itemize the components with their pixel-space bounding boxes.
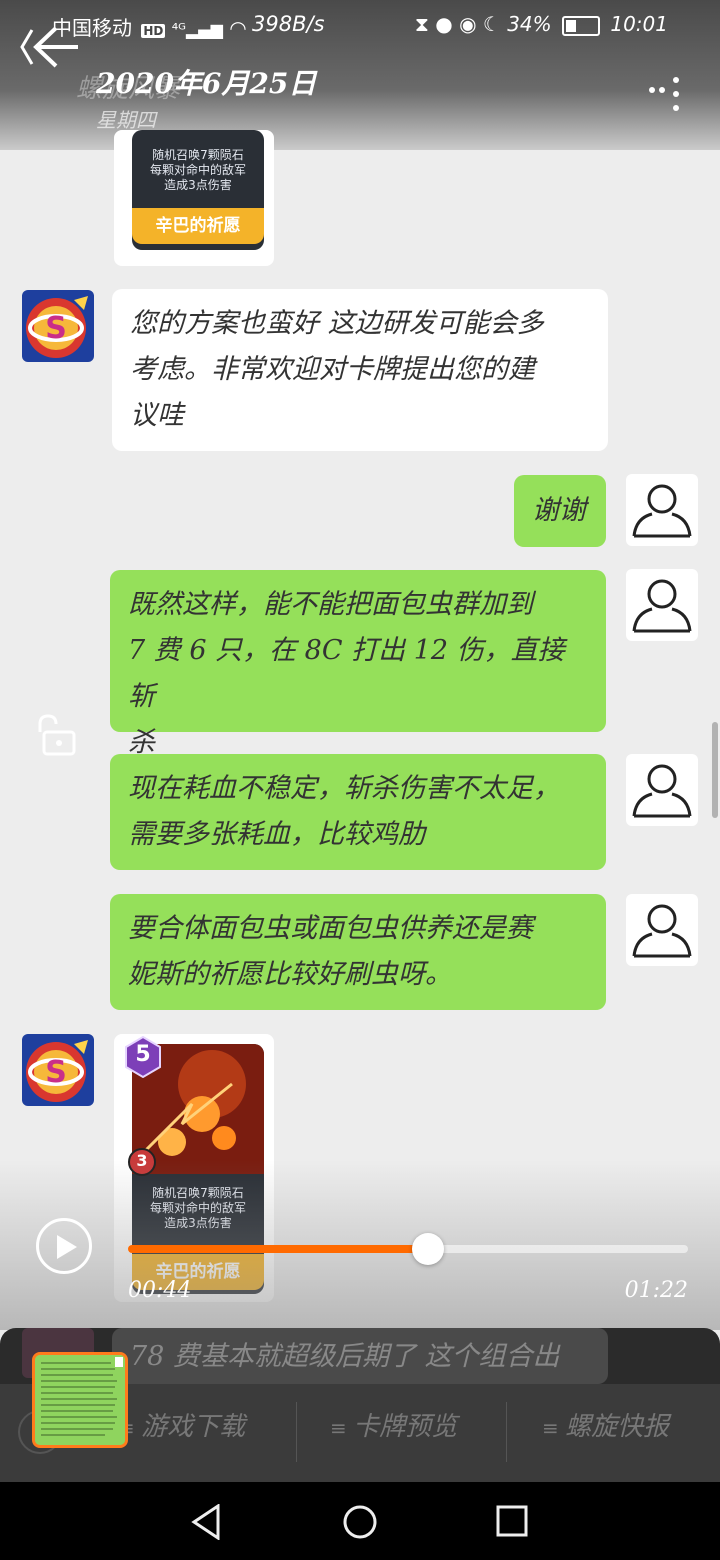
message-bubble-received-partial[interactable]: 78 费基本就超级后期了 这个组合出: [112, 1328, 608, 1384]
wifi-icon: ◠: [229, 16, 247, 40]
nav-back-icon[interactable]: [190, 1504, 222, 1540]
cost-badge: 5: [124, 1036, 162, 1078]
game-logo-icon: S: [22, 290, 94, 362]
eye-icon: ◉: [459, 12, 477, 36]
user-avatar[interactable]: [626, 894, 698, 966]
avatar[interactable]: S: [22, 1034, 94, 1106]
total-time: 01:22: [624, 1278, 688, 1303]
battery-percent: 34%: [507, 12, 552, 36]
thumbnail-preview: [35, 1355, 125, 1445]
video-player-controls: 00:44 01:22: [0, 1190, 720, 1320]
user-avatar[interactable]: [626, 754, 698, 826]
menu-card-preview[interactable]: ≡ 卡牌预览: [330, 1406, 457, 1443]
play-button[interactable]: [36, 1218, 92, 1274]
status-bar: 中国移动 HD ⁴ᴳ▂▄▆ ◠ 398B/s ⧗ ● ◉ ☾ 34% 10:01: [0, 0, 720, 50]
menu-lines-icon: ≡: [330, 1416, 354, 1440]
person-outline-icon: [632, 579, 692, 633]
progress-track[interactable]: [128, 1233, 688, 1265]
weekday-subtitle: 星期四: [96, 108, 156, 132]
scroll-indicator[interactable]: [712, 722, 718, 818]
menu-divider: [506, 1402, 507, 1462]
unlock-icon[interactable]: [34, 712, 76, 756]
play-icon: [57, 1235, 77, 1259]
battery-icon: [562, 15, 600, 36]
card-image-top[interactable]: 随机召唤7颗陨石 每颗对命中的敌军 造成3点伤害 辛巴的祈愿: [114, 130, 274, 266]
more-options-icon[interactable]: [648, 76, 688, 116]
back-arrow-icon[interactable]: [20, 22, 80, 72]
svg-text:S: S: [45, 311, 67, 346]
user-avatar[interactable]: [626, 474, 698, 546]
menu-news[interactable]: ≡ 螺旋快报: [542, 1406, 669, 1443]
card-description: 随机召唤7颗陨石每颗对命中的敌军造成3点伤害: [149, 148, 246, 192]
avatar[interactable]: S: [22, 290, 94, 362]
menu-divider: [296, 1402, 297, 1462]
message-bubble-sent[interactable]: 既然这样，能不能把面包虫群加到 7 费 6 只，在 8C 打出 12 伤，直接斩…: [110, 570, 606, 758]
message-bubble-received[interactable]: 您的方案也蛮好 这边研发可能会多 考虑。非常欢迎对卡牌提出您的建 议哇: [112, 289, 608, 451]
message-bubble-sent[interactable]: 现在耗血不稳定，斩杀伤害不太足， 需要多张耗血，比较鸡肋: [110, 754, 606, 870]
net-speed: 398B/s: [252, 12, 325, 36]
system-nav-bar: [0, 1482, 720, 1560]
signal-icon: ⁴ᴳ▂▄▆: [171, 20, 223, 39]
clock-time: 10:01: [610, 12, 668, 36]
person-outline-icon: [632, 904, 692, 958]
person-outline-icon: [632, 484, 692, 538]
game-logo-icon: S: [22, 1034, 94, 1106]
elapsed-time: 00:44: [128, 1278, 192, 1303]
screenshot-thumbnail[interactable]: [32, 1352, 128, 1448]
menu-game-download[interactable]: ≡ 游戏下载: [118, 1406, 245, 1443]
moon-icon: ☾: [482, 12, 501, 36]
message-bubble-sent[interactable]: 要合体面包虫或面包虫供养还是赛 妮斯的祈愿比较好刷虫呀。: [110, 894, 606, 1010]
status-left: 中国移动 HD ⁴ᴳ▂▄▆ ◠: [52, 12, 247, 41]
menu-lines-icon: ≡: [542, 1416, 566, 1440]
svg-text:S: S: [45, 1055, 67, 1090]
card-name: 辛巴的祈愿: [132, 208, 264, 244]
person-outline-icon: [632, 764, 692, 818]
progress-fill: [128, 1245, 429, 1253]
hd-badge: HD: [141, 24, 166, 38]
cost-value: 5: [135, 1042, 151, 1067]
date-title: 2020年6月25日: [96, 67, 317, 100]
nav-recents-icon[interactable]: [496, 1505, 528, 1537]
nav-home-icon[interactable]: [342, 1504, 378, 1540]
status-right: ⧗ ● ◉ ☾ 34% 10:01: [415, 12, 668, 36]
progress-knob[interactable]: [412, 1233, 445, 1265]
message-bubble-sent[interactable]: 谢谢: [514, 475, 606, 547]
user-avatar[interactable]: [626, 569, 698, 641]
chat-icon: ●: [435, 12, 453, 36]
hourglass-icon: ⧗: [414, 12, 429, 36]
